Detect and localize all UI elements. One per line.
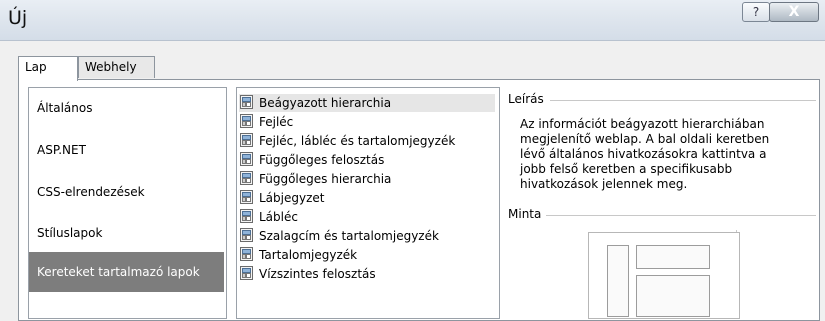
template-label: Fejléc	[259, 115, 294, 129]
framed-page-icon	[239, 95, 254, 110]
category-list[interactable]: Általános ASP.NET CSS-elrendezések Stílu…	[28, 87, 227, 319]
title-bar: Új ? X	[0, 0, 825, 41]
category-item-aspnet[interactable]: ASP.NET	[29, 132, 224, 168]
category-item-altalanos[interactable]: Általános	[29, 90, 224, 126]
framed-page-icon	[239, 209, 254, 224]
template-label: Lábjegyzet	[259, 191, 325, 205]
template-label: Szalagcím és tartalomjegyzék	[259, 229, 439, 243]
framed-page-icon	[239, 266, 254, 281]
tab-lap[interactable]: Lap	[18, 56, 78, 81]
preview-left-frame	[607, 245, 629, 317]
list-item[interactable]: Függőleges felosztás	[239, 151, 495, 169]
list-item[interactable]: Vízszintes felosztás	[239, 265, 495, 283]
template-label: Vízszintes felosztás	[259, 267, 376, 281]
framed-page-icon	[239, 152, 254, 167]
framed-page-icon	[239, 171, 254, 186]
framed-page-icon	[239, 228, 254, 243]
list-item[interactable]: Fejléc, lábléc és tartalomjegyzék	[239, 132, 495, 150]
help-button[interactable]: ?	[742, 2, 770, 22]
framed-page-icon	[239, 114, 254, 129]
list-item[interactable]: Beágyazott hierarchia	[239, 94, 495, 112]
template-label: Függőleges felosztás	[259, 153, 385, 167]
description-divider	[550, 100, 816, 101]
sample-divider	[546, 215, 816, 216]
list-item[interactable]: Fejléc	[239, 113, 495, 131]
list-item[interactable]: Lábléc	[239, 208, 495, 226]
dialog-title: Új	[8, 7, 28, 29]
framed-page-icon	[239, 247, 254, 262]
list-item[interactable]: Tartalomjegyzék	[239, 246, 495, 264]
description-heading: Leírás	[508, 92, 548, 106]
list-item[interactable]: Függőleges hierarchia	[239, 170, 495, 188]
template-list[interactable]: Beágyazott hierarchia Fejléc Fejléc, láb…	[236, 87, 500, 319]
template-label: Függőleges hierarchia	[259, 172, 392, 186]
close-button[interactable]: X	[769, 2, 819, 22]
list-item[interactable]: Szalagcím és tartalomjegyzék	[239, 227, 495, 245]
list-item[interactable]: Lábjegyzet	[239, 189, 495, 207]
category-item-kereteket-tartalmazo-lapok[interactable]: Kereteket tartalmazó lapok	[29, 252, 224, 292]
template-label: Tartalomjegyzék	[259, 248, 358, 262]
framed-page-icon	[239, 133, 254, 148]
template-label: Lábléc	[259, 210, 298, 224]
framed-page-icon	[239, 190, 254, 205]
template-label: Fejléc, lábléc és tartalomjegyzék	[259, 134, 456, 148]
category-item-css-elrendezesek[interactable]: CSS-elrendezések	[29, 174, 224, 210]
description-text: Az információt beágyazott hierarchiában …	[520, 117, 770, 191]
tab-webhely[interactable]: Webhely	[78, 56, 155, 78]
sample-heading: Minta	[508, 207, 546, 221]
sample-preview	[588, 232, 740, 319]
template-label: Beágyazott hierarchia	[259, 96, 392, 110]
preview-top-frame	[636, 245, 710, 269]
category-item-stiluslapok[interactable]: Stíluslapok	[29, 215, 224, 251]
